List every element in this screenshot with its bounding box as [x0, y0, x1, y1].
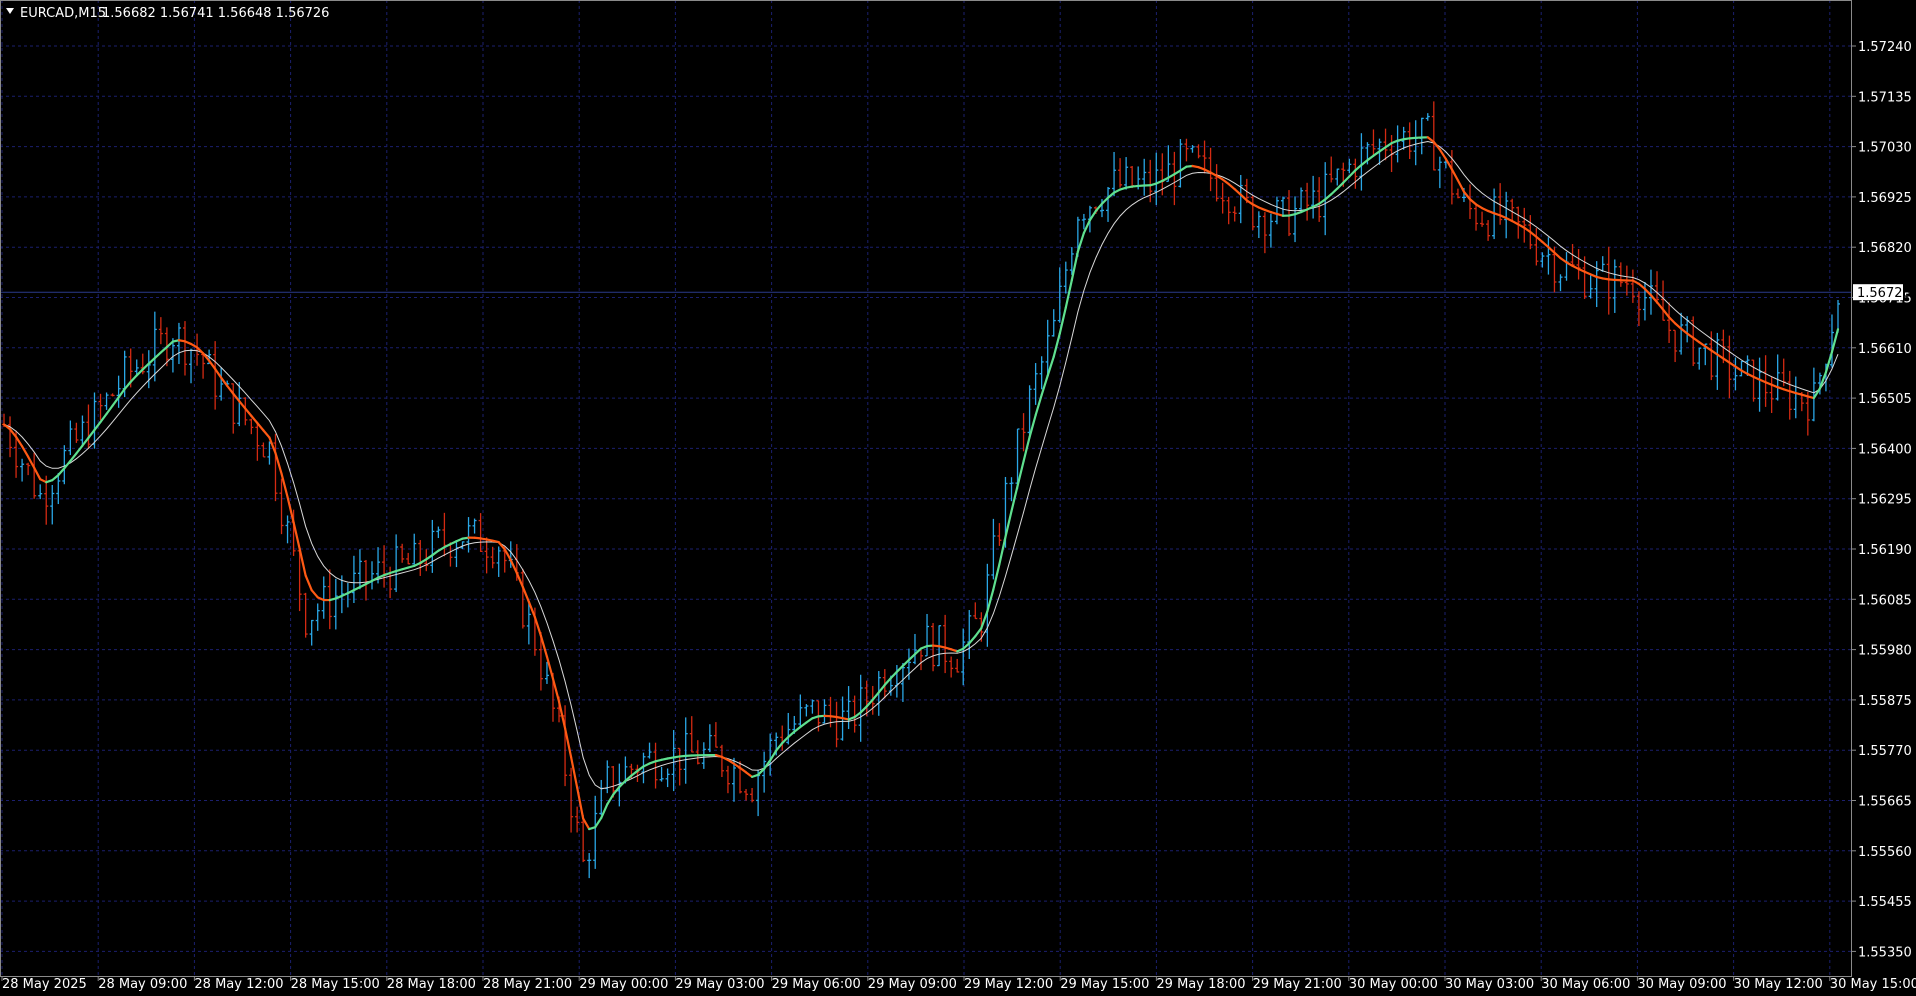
x-tick-label: 29 May 00:00	[579, 977, 668, 992]
chart-window[interactable]: 1.57240 1.57135 1.57030 1.56925 1.56820 1.567…	[0, 0, 1916, 996]
y-tick-label: 1.56295	[1858, 493, 1912, 508]
x-tick-label: 29 May 06:00	[772, 977, 861, 992]
x-tick-label: 29 May 15:00	[1060, 977, 1149, 992]
x-tick-label: 30 May 12:00	[1734, 977, 1823, 992]
ohlc-label: 1.56682 1.56741 1.56648 1.56726	[102, 6, 329, 21]
y-tick-label: 1.55455	[1858, 895, 1912, 910]
symbol-label: EURCAD,M15	[20, 6, 106, 21]
x-tick-label: 28 May 09:00	[98, 977, 187, 992]
x-tick-label: 29 May 03:00	[675, 977, 764, 992]
y-tick-label: 1.56925	[1858, 191, 1912, 206]
y-tick-label: 1.55560	[1858, 845, 1912, 860]
x-tick-label: 28 May 21:00	[483, 977, 572, 992]
chart-header[interactable]: EURCAD,M15 1.56682 1.56741 1.56648 1.567…	[6, 6, 329, 21]
y-tick-label: 1.57135	[1858, 90, 1912, 105]
y-tick-label: 1.55875	[1858, 694, 1912, 709]
x-tick-label: 29 May 12:00	[964, 977, 1053, 992]
y-tick-label: 1.55770	[1858, 744, 1912, 759]
x-tick-label: 30 May 09:00	[1637, 977, 1726, 992]
price-chart[interactable]: 1.57240 1.57135 1.57030 1.56925 1.56820 1.567…	[0, 0, 1916, 996]
x-tick-label: 28 May 18:00	[387, 977, 476, 992]
y-tick-label: 1.56400	[1858, 442, 1912, 457]
x-tick-label: 29 May 21:00	[1253, 977, 1342, 992]
y-tick-label: 1.57240	[1858, 40, 1912, 55]
y-tick-label: 1.56190	[1858, 543, 1912, 558]
x-tick-label: 30 May 15:00	[1830, 977, 1916, 992]
y-tick-label: 1.55350	[1858, 945, 1912, 960]
y-tick-label: 1.56820	[1858, 241, 1912, 256]
current-price-label: 1.56726	[1857, 286, 1911, 301]
current-price-tag: 1.56726	[1853, 284, 1911, 301]
y-tick-label: 1.57030	[1858, 141, 1912, 156]
y-tick-label: 1.55665	[1858, 795, 1912, 810]
x-tick-label: 28 May 2025	[2, 977, 87, 992]
x-tick-label: 28 May 12:00	[194, 977, 283, 992]
y-tick-label: 1.56610	[1858, 342, 1912, 357]
y-tick-label: 1.56085	[1858, 593, 1912, 608]
x-tick-label: 29 May 09:00	[868, 977, 957, 992]
x-tick-label: 28 May 15:00	[291, 977, 380, 992]
y-tick-label: 1.55980	[1858, 644, 1912, 659]
x-tick-label: 30 May 06:00	[1541, 977, 1630, 992]
x-tick-label: 29 May 18:00	[1156, 977, 1245, 992]
x-tick-label: 30 May 03:00	[1445, 977, 1534, 992]
x-tick-label: 30 May 00:00	[1349, 977, 1438, 992]
y-tick-label: 1.56505	[1858, 392, 1912, 407]
